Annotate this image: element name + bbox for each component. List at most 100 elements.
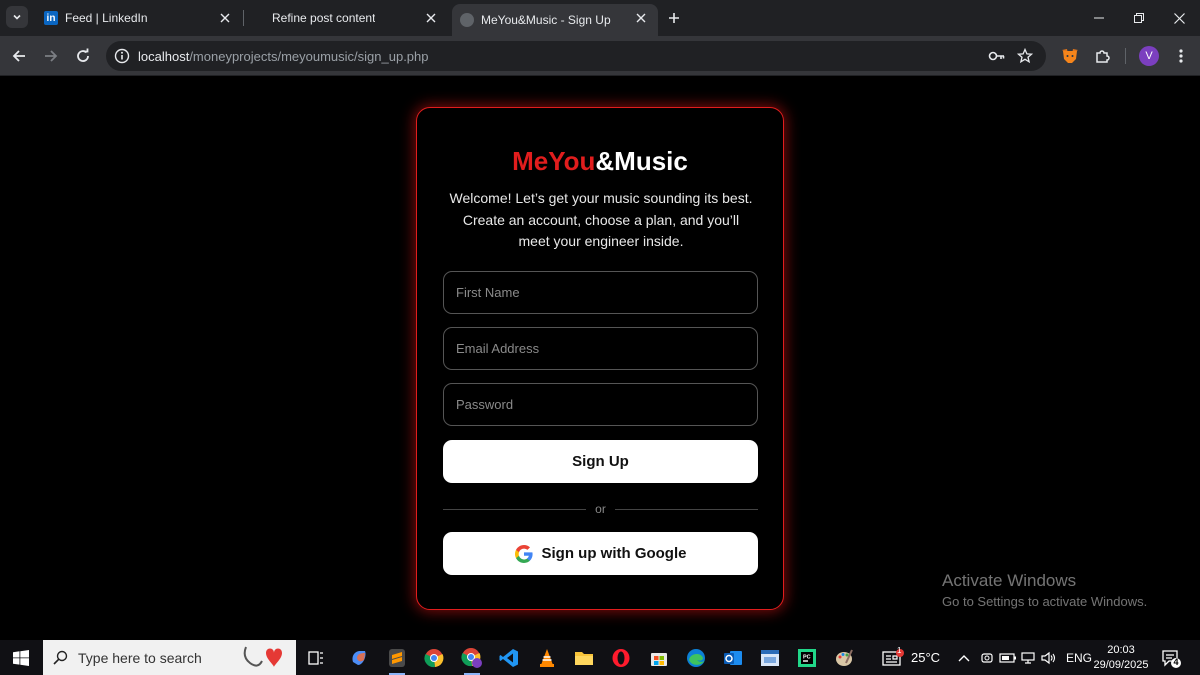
profile-avatar[interactable]: V [1139,46,1159,66]
arrow-left-icon [12,50,25,62]
taskbar-search-placeholder: Type here to search [78,649,202,666]
clock-time: 20:03 [1107,644,1135,656]
plus-icon [669,13,679,23]
linkedin-icon: in [44,11,58,25]
network-icon[interactable] [1020,640,1036,675]
task-view-icon[interactable] [302,644,330,672]
tab-title: Refine post content [272,11,376,25]
tab-linkedin[interactable]: in Feed | LinkedIn [36,0,242,36]
tab-search-button[interactable] [6,6,28,28]
extensions-button[interactable] [1091,44,1115,68]
brand-logo: MeYou&Music [417,146,783,177]
copilot-icon[interactable] [345,644,373,672]
url-path: /moneyprojects/meyoumusic/sign_up.php [189,49,429,64]
or-divider: or [443,501,758,517]
minimize-icon [1094,17,1104,19]
taskbar-search-box[interactable]: Type here to search [43,640,296,675]
reload-icon [77,48,89,62]
bookmark-star-icon[interactable] [1016,47,1034,65]
language-indicator[interactable]: ENG [1066,640,1092,675]
key-icon[interactable] [988,47,1006,65]
tab-separator [243,10,244,26]
url-text: localhost/moneyprojects/meyoumusic/sign_… [138,49,429,64]
signup-card: MeYou&Music Welcome! Let’s get your musi… [416,107,784,610]
weather-widget[interactable]: 1 25°C [882,640,940,675]
tab-title: MeYou&Music - Sign Up [481,13,611,27]
paint-icon[interactable] [830,644,858,672]
password-input[interactable] [443,383,758,426]
system-clock[interactable]: 20:03 29/09/2025 [1092,643,1150,673]
opera-icon[interactable] [607,644,635,672]
close-icon[interactable] [634,11,648,25]
windows-taskbar: Type here to search PC 1 25°C ENG 20:03 … [0,640,1200,675]
address-bar[interactable]: localhost/moneyprojects/meyoumusic/sign_… [106,41,1046,71]
close-icon[interactable] [424,11,438,25]
minimize-button[interactable] [1087,6,1111,30]
close-icon [1173,12,1185,24]
restore-icon [1134,13,1144,23]
clock-date: 29/09/2025 [1093,659,1149,671]
tab-strip: in Feed | LinkedIn Refine post content M… [0,0,1200,36]
tab-refine-post[interactable]: Refine post content [248,0,448,36]
browser-toolbar: localhost/moneyprojects/meyoumusic/sign_… [0,36,1200,76]
windows-logo-icon [13,649,29,666]
reload-button[interactable] [71,44,95,68]
menu-button[interactable] [1169,44,1193,68]
pycharm-icon[interactable]: PC [793,644,821,672]
google-label: Sign up with Google [541,545,687,562]
volume-icon[interactable] [1041,640,1057,675]
watermark-line1: Activate Windows [942,571,1077,590]
brand-red-part: MeYou [512,146,596,176]
new-tab-button[interactable] [664,8,684,28]
welcome-text: Welcome! Let’s get your music sounding i… [449,190,753,249]
metamask-extension-icon[interactable] [1058,44,1082,68]
vlc-icon[interactable] [533,644,561,672]
windows-activation-watermark: Activate Windows Go to Settings to activ… [942,571,1147,609]
sign-up-button[interactable]: Sign Up [443,440,758,483]
info-icon[interactable] [114,48,130,64]
search-icon [53,650,68,665]
close-icon[interactable] [218,11,232,25]
toolbar-separator [1125,48,1126,64]
outlook-icon[interactable] [719,644,747,672]
google-sign-up-button[interactable]: Sign up with Google [443,532,758,575]
url-host: localhost [138,49,190,64]
back-button[interactable] [7,44,31,68]
edge-icon[interactable] [682,644,710,672]
svg-text:PC: PC [803,655,811,661]
tab-meyoumusic-active[interactable]: MeYou&Music - Sign Up [452,4,658,36]
meet-now-icon[interactable] [980,640,994,675]
divider-text: or [595,502,606,516]
sign-up-label: Sign Up [572,453,629,470]
chevron-up-icon [958,654,970,661]
temperature: 25°C [911,650,941,665]
chrome-icon[interactable] [420,644,448,672]
microsoft-store-icon[interactable] [645,644,673,672]
close-window-button[interactable] [1167,6,1191,30]
start-button[interactable] [0,640,42,675]
puzzle-icon [1096,50,1110,63]
vscode-icon[interactable] [495,644,523,672]
window-app-icon[interactable] [756,644,784,672]
notification-center-button[interactable]: 4 [1160,647,1182,669]
google-icon [514,544,533,563]
tab-title: Feed | LinkedIn [65,11,148,25]
first-name-input[interactable] [443,271,758,314]
chrome-profile-icon[interactable] [458,644,486,675]
more-vert-icon [1179,49,1183,63]
sublime-text-icon[interactable] [383,644,411,675]
weather-badge: 1 [897,646,902,655]
notification-count: 4 [1173,657,1179,667]
brand-white-part: &Music [595,146,688,176]
globe-icon [460,13,474,27]
forward-button[interactable] [39,44,63,68]
arrow-right-icon [45,50,58,62]
page-viewport: MeYou&Music Welcome! Let’s get your musi… [0,77,1200,640]
restore-button[interactable] [1127,6,1151,30]
email-input[interactable] [443,327,758,370]
show-hidden-icons[interactable] [958,640,970,675]
file-explorer-icon[interactable] [570,644,598,672]
chevron-down-icon [13,14,21,20]
watermark-line2: Go to Settings to activate Windows. [942,594,1148,609]
battery-icon[interactable] [999,640,1017,675]
